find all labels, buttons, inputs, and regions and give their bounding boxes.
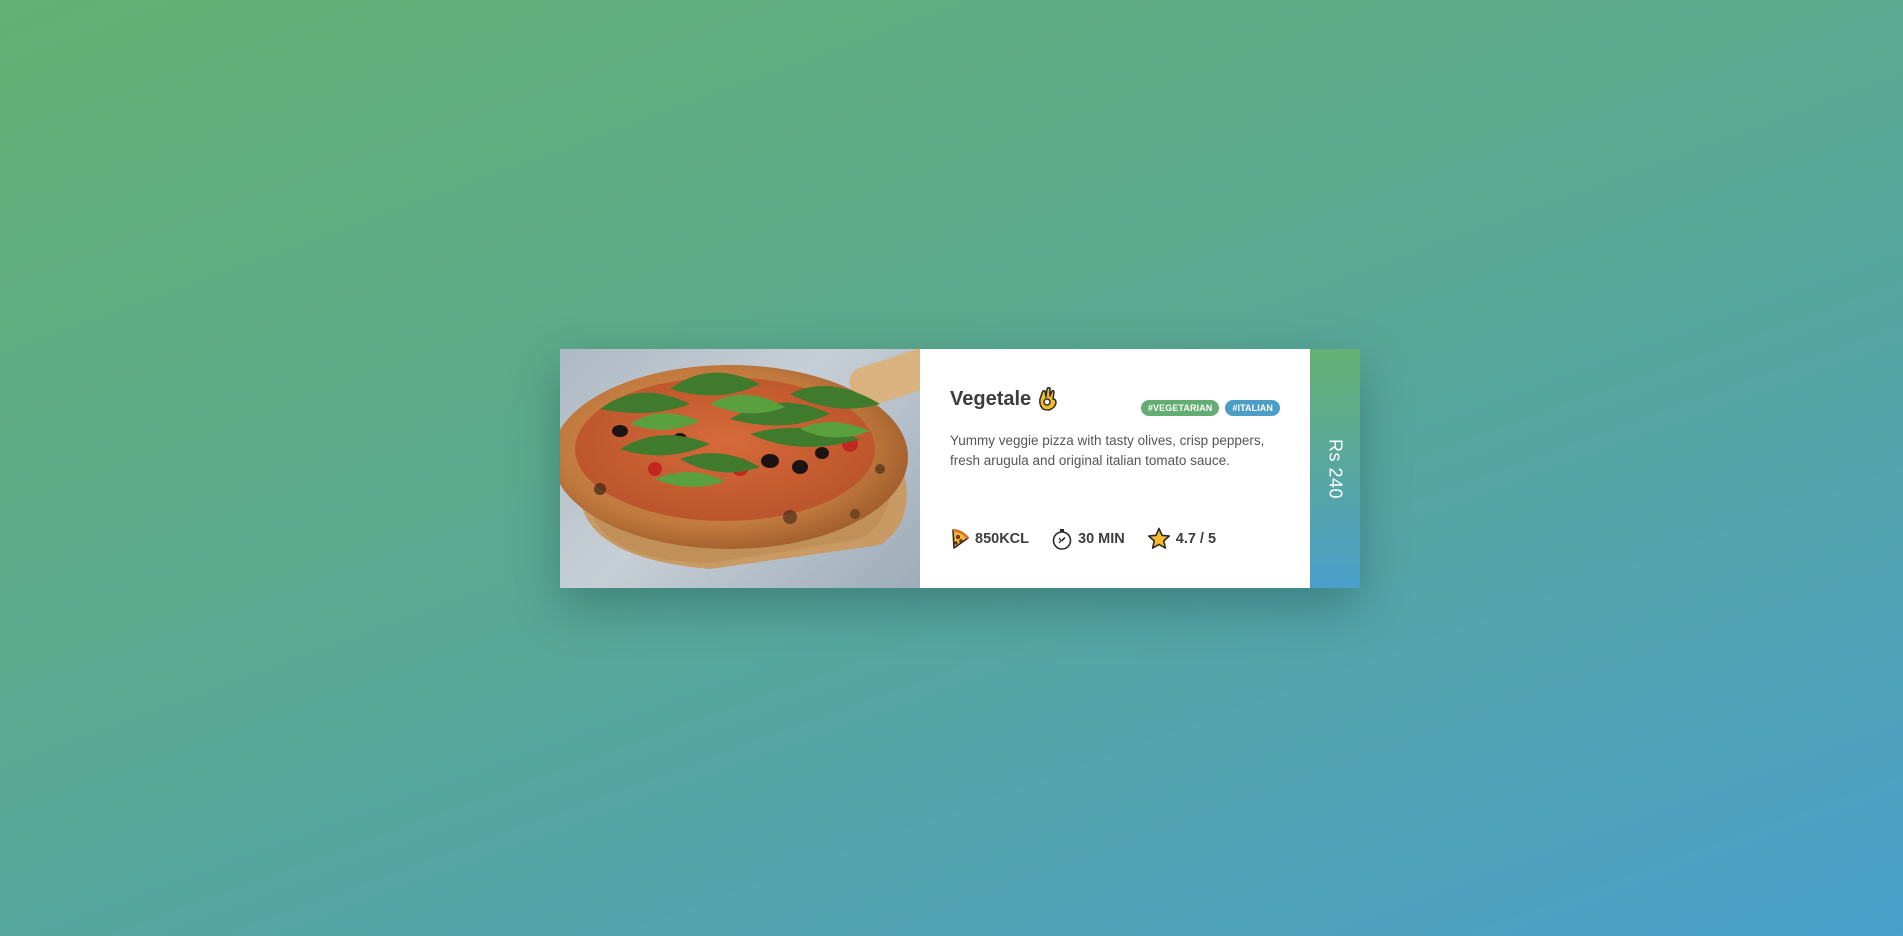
price-button[interactable]: Rs 240 — [1310, 349, 1360, 588]
time-stat: 30 MIN — [1051, 528, 1125, 550]
title-row: Vegetale — [950, 386, 1059, 411]
pizza-image — [560, 349, 920, 588]
rating-stat: 4.7 / 5 — [1147, 527, 1216, 550]
tag-vegetarian[interactable]: #VEGETARIAN — [1140, 400, 1220, 416]
tag-italian[interactable]: #ITALIAN — [1225, 400, 1280, 416]
calories-value: 850KCL — [975, 530, 1029, 547]
tag-list: #VEGETARIAN #ITALIAN — [1140, 400, 1280, 416]
card-body: Vegetale #VEGETARIAN #ITALIAN Yummy vegg… — [920, 349, 1310, 588]
pizza-title: Vegetale — [950, 387, 1032, 410]
pizza-card: Vegetale #VEGETARIAN #ITALIAN Yummy vegg… — [560, 349, 1360, 588]
rating-value: 4.7 / 5 — [1175, 530, 1217, 547]
pizza-slice-icon — [952, 528, 969, 549]
calories-stat: 850KCL — [950, 528, 1029, 550]
star-icon — [1147, 527, 1170, 549]
price-label: Rs 240 — [1325, 438, 1346, 499]
stopwatch-icon — [1052, 528, 1072, 550]
pizza-description: Yummy veggie pizza with tasty olives, cr… — [950, 433, 1265, 468]
stats-row: 850KCL 30 MIN 4.7 / 5 — [950, 527, 1238, 550]
ok-hand-icon — [1037, 386, 1059, 411]
time-value: 30 MIN — [1078, 530, 1125, 547]
